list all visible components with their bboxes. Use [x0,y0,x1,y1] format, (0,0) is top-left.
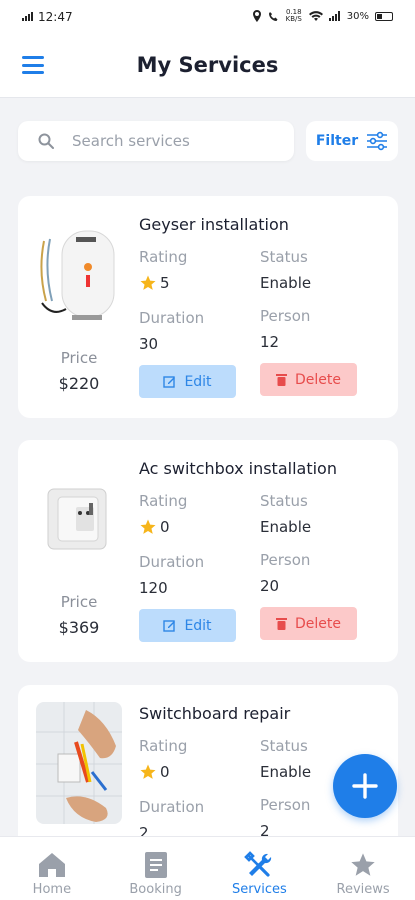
service-title: Ac switchbox installation [139,459,337,478]
rating-label: Rating [139,737,188,755]
status-time: 12:47 [38,10,73,24]
service-card[interactable]: Price $220 Geyser installation Rating St… [18,196,398,418]
nav-item-services[interactable]: Services [208,837,312,900]
rating-number: 0 [160,518,170,536]
services-icon [244,851,272,877]
nav-item-reviews[interactable]: Reviews [311,837,415,900]
rating-number: 5 [160,274,170,292]
status-value: Enable [260,518,312,536]
add-service-button[interactable] [333,754,397,818]
nav-item-booking[interactable]: Booking [104,837,208,900]
home-icon [38,853,65,877]
service-title: Switchboard repair [139,704,291,723]
rating-value: 0 [139,763,170,781]
price-value: $220 [58,374,100,393]
trash-icon [276,374,287,386]
person-label: Person [260,796,311,814]
search-bar [18,121,294,161]
sliders-icon [367,131,388,151]
rating-value: 5 [139,274,170,292]
page-title: My Services [136,53,279,77]
edit-button[interactable]: Edit [139,365,236,398]
rating-label: Rating [139,248,188,266]
filter-label: Filter [315,133,359,149]
price-label: Price [60,593,98,611]
nav-label-services: Services [231,882,287,897]
price-label: Price [60,349,98,367]
status-label: Status [260,737,308,755]
nav-label-home: Home [32,882,72,897]
person-label: Person [260,551,311,569]
delete-label: Delete [295,371,341,388]
status-value: Enable [260,763,312,781]
rating-label: Rating [139,492,188,510]
battery-icon [375,11,393,21]
star-icon [140,764,156,779]
filter-button[interactable]: Filter [306,121,398,161]
rating-value: 0 [139,518,170,536]
service-title: Geyser installation [139,215,289,234]
service-card[interactable]: Switchboard repair Rating Status 0 Enabl… [18,685,398,836]
star-icon [140,275,156,290]
edit-button[interactable]: Edit [139,609,236,642]
star-icon [351,853,375,876]
delete-button[interactable]: Delete [260,607,357,640]
price-value: $369 [58,618,100,637]
person-value: 20 [260,577,280,595]
star-icon [140,519,156,534]
search-icon [38,133,54,149]
duration-value: 2 [139,824,149,836]
edit-label: Edit [184,617,212,634]
switchboard-repair-image [36,701,122,825]
status-icons: 0.18 KB/S 30% [252,9,393,23]
plus-icon [352,773,378,799]
location-icon [252,10,261,22]
trash-icon [276,618,287,630]
nav-item-home[interactable]: Home [0,837,104,900]
services-list: Price $220 Geyser installation Rating St… [0,178,415,836]
signal-icon [22,12,33,21]
wifi-icon [308,10,323,21]
signal-strength-icon [328,11,340,21]
geyser-image [36,218,122,338]
booking-icon [144,852,167,878]
service-card[interactable]: Price $369 Ac switchbox installation Rat… [18,440,398,662]
duration-value: 120 [139,579,168,597]
delete-label: Delete [295,615,341,632]
rating-number: 0 [160,763,170,781]
edit-icon [163,376,176,388]
duration-value: 30 [139,335,159,353]
app-header: My Services [0,36,415,98]
switchbox-image [36,458,122,578]
status-label: Status [260,248,308,266]
network-speed: 0.18 KB/S [285,8,302,23]
status-label: Status [260,492,308,510]
duration-label: Duration [139,798,205,816]
edit-label: Edit [184,373,212,390]
bottom-nav: Home Booking Services Reviews [0,836,415,900]
duration-label: Duration [139,309,205,327]
person-value: 12 [260,333,280,351]
person-label: Person [260,307,311,325]
status-value: Enable [260,274,312,292]
nav-label-booking: Booking [129,882,182,897]
search-input[interactable] [72,121,282,161]
call-icon [268,11,278,21]
delete-button[interactable]: Delete [260,363,357,396]
edit-icon [163,620,176,632]
duration-label: Duration [139,553,205,571]
person-value: 2 [260,822,270,836]
status-bar: 12:47 0.18 KB/S 30% [0,0,415,36]
nav-label-reviews: Reviews [336,882,390,897]
battery-percent: 30% [346,10,369,22]
